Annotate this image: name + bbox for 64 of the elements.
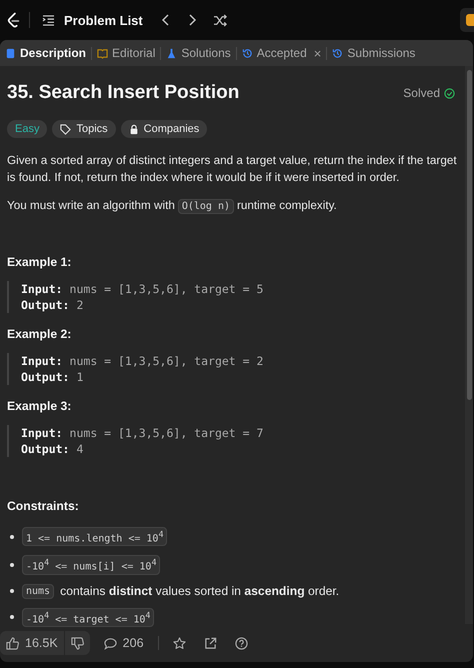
inline-code: -10$^{4}$ <= nums[i] <= 10$^{4}$ [22,555,160,575]
history-icon [332,48,344,58]
input-label: Input: [21,354,63,368]
comments-button[interactable]: 206 [100,636,148,650]
description-text: Given a sorted array of distinct integers and a target value, return the index if the target is found. If not, return the index where it would be if it were inserted in order. [7,153,458,186]
input-value: nums = [1,3,5,6], target = 2 [70,354,264,368]
avatar-icon[interactable] [460,8,474,32]
previous-icon[interactable] [160,13,171,27]
example-heading: Example 2: [7,327,72,341]
scrollbar[interactable] [465,66,473,624]
output-label: Output: [21,442,70,456]
output-label: Output: [21,370,70,384]
tab[interactable]: Accepted × [242,46,322,60]
input-label: Input: [21,282,63,296]
tab[interactable]: Description [5,46,86,60]
tag-chip[interactable]: Topics [52,120,116,138]
input-value: nums = [1,3,5,6], target = 5 [70,282,264,296]
output-label: Output: [21,298,70,312]
input-value: nums = [1,3,5,6], target = 7 [70,426,264,440]
problem-list-button[interactable]: Problem List [42,12,147,28]
list-icon [42,14,55,26]
solved-status: Solved [403,86,440,100]
inline-code: nums [22,584,54,599]
thumbs-down-icon [70,636,84,650]
thumbs-up-icon [6,636,19,650]
lock-icon [128,124,139,134]
bullet-icon [10,562,14,567]
inline-code: O(log n) [178,199,234,214]
check-circle-icon [444,88,455,98]
description-text: runtime complexity. [237,199,337,212]
input-label: Input: [21,426,63,440]
scrollbar-thumb[interactable] [466,70,472,400]
output-value: 2 [76,298,84,312]
shuffle-icon[interactable] [212,14,228,26]
problem-title: 35. Search Insert Position [7,82,240,104]
bullet-icon [10,615,14,620]
bullet-icon [10,534,14,539]
help-icon[interactable] [234,636,248,650]
output-value: 1 [76,370,84,384]
flask-icon [166,48,178,58]
close-icon[interactable]: × [314,46,322,60]
constraint-text: contains distinct values sorted in ascending order. [60,584,340,598]
next-icon[interactable] [186,13,197,27]
tag-icon [60,124,72,134]
example-heading: Example 3: [7,399,72,413]
history-icon [242,48,253,58]
inline-code: -10$^{4}$ <= target <= 10$^{4}$ [22,608,154,627]
star-icon[interactable] [172,636,186,650]
book-icon [97,48,108,58]
tab[interactable]: Submissions [332,46,416,60]
tag-chip[interactable]: Companies [120,120,208,138]
document-icon [5,48,16,58]
output-value: 4 [76,442,84,456]
description-text: You must write an algorithm with [7,199,175,212]
difficulty-tag[interactable]: Easy [7,120,48,138]
constraints-heading: Constraints: [7,499,80,513]
inline-code: 1 <= nums.length <= 10$^{4}$ [22,527,168,546]
bullet-icon [10,589,14,594]
example-heading: Example 1: [7,255,72,269]
comment-icon [104,636,117,650]
tab[interactable]: Editorial [97,46,156,60]
tab[interactable]: Solutions [166,46,231,60]
logo-icon[interactable] [7,12,21,28]
share-icon[interactable] [204,636,217,650]
